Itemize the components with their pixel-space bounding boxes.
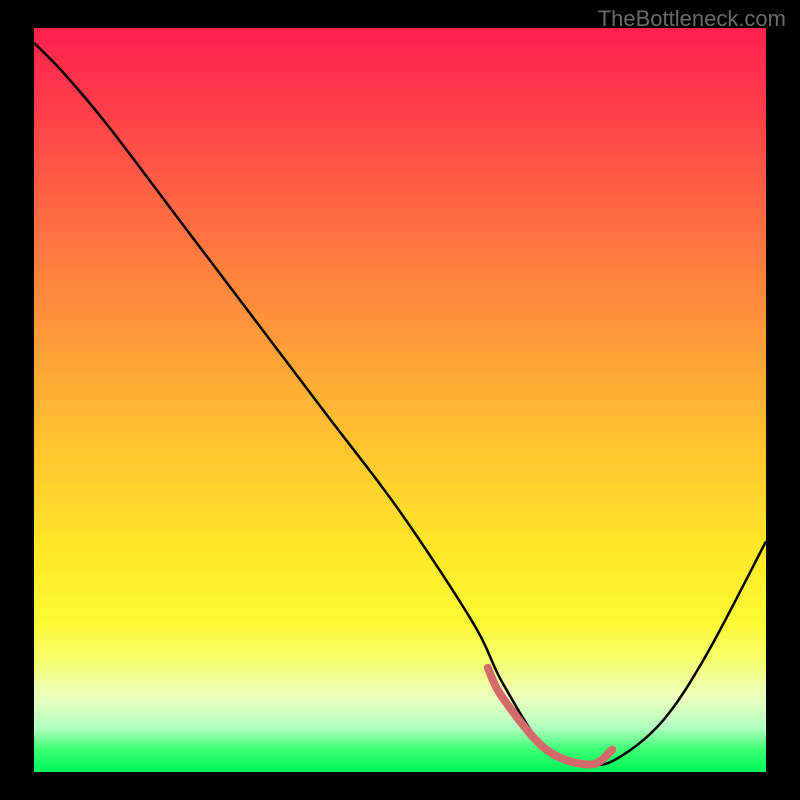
bottleneck-curve xyxy=(34,43,766,765)
optimal-range-highlight xyxy=(488,668,612,765)
watermark-text: TheBottleneck.com xyxy=(598,6,786,32)
curve-svg xyxy=(34,28,766,772)
chart-container: TheBottleneck.com xyxy=(0,0,800,800)
